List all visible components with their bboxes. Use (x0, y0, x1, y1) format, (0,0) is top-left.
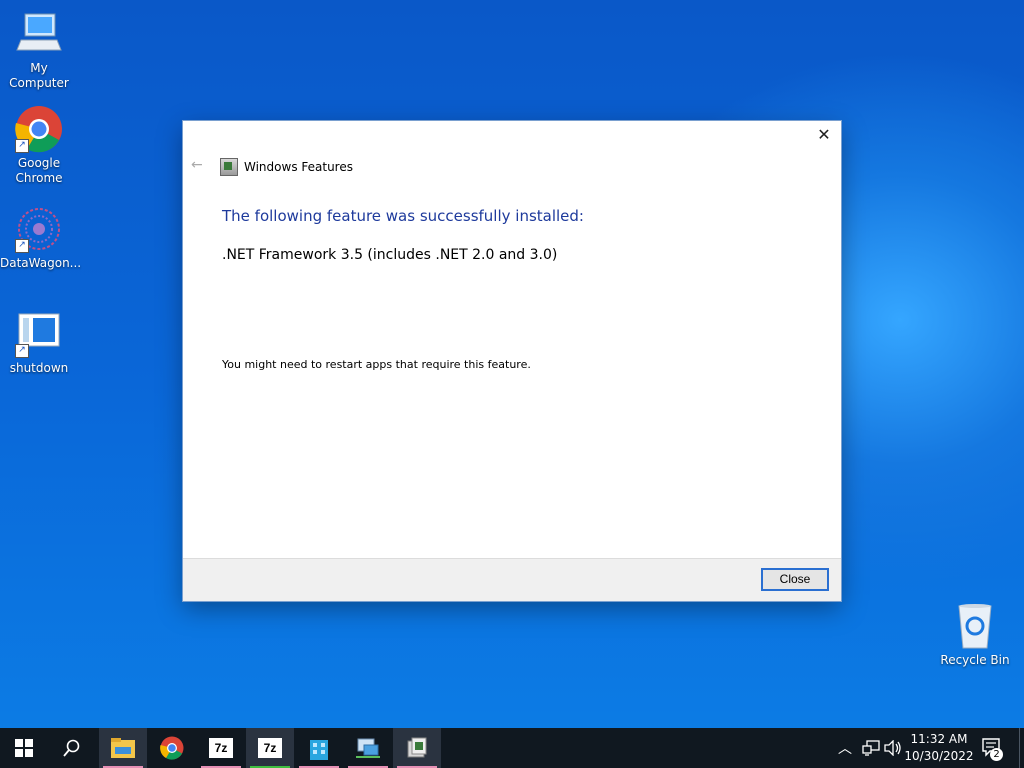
search-button[interactable] (48, 728, 96, 768)
success-heading: The following feature was successfully i… (222, 207, 584, 225)
back-arrow-icon[interactable]: ← (191, 157, 203, 173)
desktop-icon-label: Google Chrome (15, 156, 63, 185)
clock[interactable]: 11:32 AM 10/30/2022 (902, 731, 976, 765)
network-tray[interactable] (862, 728, 880, 768)
shortcut-arrow-icon: ↗ (15, 344, 29, 358)
file-explorer-icon (111, 738, 135, 758)
desktop-icon-label: DataWagon... (0, 256, 82, 270)
action-center-button[interactable]: 2 (982, 728, 1004, 768)
recycle-bin-icon (951, 602, 999, 650)
chevron-up-icon: ︿ (838, 741, 852, 757)
shortcut-arrow-icon: ↗ (15, 139, 29, 153)
close-icon[interactable]: ✕ (815, 126, 833, 144)
close-button[interactable]: Close (761, 568, 829, 591)
taskbar-file-explorer[interactable] (99, 728, 147, 768)
taskbar-chrome[interactable] (148, 728, 196, 768)
network-computer-icon (356, 738, 380, 758)
computer-icon (15, 10, 63, 58)
notification-count-badge: 2 (990, 748, 1003, 761)
datawagon-icon: ↗ (15, 205, 63, 253)
dialog-footer: Close (183, 558, 841, 601)
chrome-icon: ↗ (15, 105, 63, 153)
desktop-icon-shutdown[interactable]: ↗ shutdown (0, 310, 78, 376)
taskbar-windows-features[interactable] (393, 728, 441, 768)
windows-features-dialog: ✕ ← Windows Features The following featu… (183, 121, 841, 601)
network-icon (862, 740, 880, 756)
speaker-icon (884, 740, 901, 756)
windows-features-icon (220, 158, 238, 176)
windows-features-icon (407, 737, 427, 758)
show-hidden-icons[interactable]: ︿ (838, 728, 852, 768)
taskbar-network-computer[interactable] (344, 728, 392, 768)
volume-tray[interactable] (884, 728, 902, 768)
taskbar-7zip-2[interactable]: 7z (246, 728, 294, 768)
chrome-icon (160, 736, 184, 760)
desktop-icon-datawagon[interactable]: ↗ DataWagon... (0, 205, 82, 271)
taskbar: 7z 7z ︿ 11:32 AM 10/30/2022 2 (0, 728, 1024, 768)
desktop-icon-recycle-bin[interactable]: Recycle Bin (936, 602, 1014, 668)
installed-feature-name: .NET Framework 3.5 (includes .NET 2.0 an… (222, 247, 558, 263)
desktop-icon-label: My Computer (9, 61, 69, 90)
desktop-icon-label: shutdown (9, 361, 69, 375)
clock-time: 11:32 AM (910, 732, 968, 746)
taskbar-7zip-1[interactable]: 7z (197, 728, 245, 768)
shutdown-icon: ↗ (15, 310, 63, 358)
shortcut-arrow-icon: ↗ (15, 239, 29, 253)
taskbar-building-app[interactable] (295, 728, 343, 768)
dialog-title-row: Windows Features (220, 158, 353, 176)
desktop-icon-google-chrome[interactable]: ↗ Google Chrome (0, 105, 78, 186)
7zip-icon: 7z (258, 738, 282, 758)
desktop-icon-my-computer[interactable]: My Computer (0, 10, 78, 91)
7zip-icon: 7z (209, 738, 233, 758)
windows-logo-icon (15, 739, 33, 757)
search-icon (63, 739, 80, 757)
restart-note: You might need to restart apps that requ… (222, 358, 531, 371)
desktop-icon-label: Recycle Bin (940, 653, 1010, 667)
start-button[interactable] (0, 728, 48, 768)
clock-date: 10/30/2022 (904, 749, 974, 763)
dialog-title: Windows Features (244, 160, 353, 174)
show-desktop-button[interactable] (1019, 728, 1024, 768)
building-app-icon (310, 740, 328, 760)
